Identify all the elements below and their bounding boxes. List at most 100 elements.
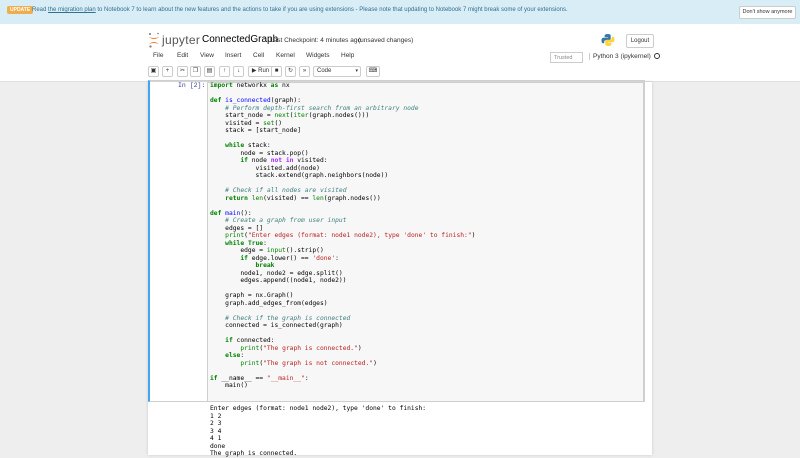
code-token: () (274, 119, 283, 127)
code-token: main() (210, 382, 248, 389)
code-line: def is_connected(graph): (210, 97, 475, 105)
menu-kernel[interactable]: Kernel (276, 52, 295, 59)
code-token: "The graph is not connected." (263, 359, 374, 367)
code-line: start_node = next(iter(graph.nodes())) (210, 112, 475, 120)
code-token: not in (270, 157, 294, 164)
cell-type-select[interactable]: Code ▾ (313, 66, 361, 77)
code-token: main (225, 209, 241, 217)
code-token: : (304, 374, 309, 382)
code-token: while (225, 142, 245, 149)
save-button[interactable]: ▣ (148, 66, 159, 77)
dont-show-anymore-button[interactable]: Don't show anymore (739, 6, 796, 19)
checkpoint-status: Last Checkpoint: 4 minutes ago (270, 37, 362, 44)
menu-view[interactable]: View (200, 52, 214, 59)
move-down-button[interactable]: ↓ (233, 66, 244, 77)
code-line: connected = is_connected(graph) (210, 322, 475, 330)
banner-text-before: Read (32, 7, 49, 13)
update-banner: UPDATE Read the migration plan to Notebo… (0, 0, 800, 25)
banner-text-after: to Notebook 7 to learn about the new fea… (95, 7, 568, 13)
copy-button[interactable]: ❐ (190, 66, 201, 77)
chevron-down-icon: ▾ (355, 68, 358, 74)
menu-cell[interactable]: Cell (253, 52, 264, 59)
code-line: node1, node2 = edge.split() (210, 270, 475, 278)
menu-edit[interactable]: Edit (177, 52, 188, 59)
code-token: else (225, 352, 241, 359)
code-token: if (240, 254, 248, 262)
code-line: main() (210, 382, 475, 390)
code-token: "The graph is connected." (263, 344, 358, 352)
migration-plan-link[interactable]: the migration plan (48, 7, 96, 13)
code-line: visited.add(node) (210, 165, 475, 173)
code-line: # Perform depth-first search from an arb… (210, 105, 475, 113)
code-token: edge = (210, 247, 267, 254)
code-line: while stack: (210, 142, 475, 150)
notebook-name[interactable]: ConnectedGraph (202, 34, 278, 45)
code-line: if edge.lower() == 'done': (210, 255, 475, 263)
code-line: print("The graph is not connected.") (210, 360, 475, 368)
save-status: (unsaved changes) (358, 37, 414, 44)
restart-run-all-button[interactable]: » (299, 66, 310, 77)
cut-button[interactable]: ✂ (177, 66, 188, 77)
code-editor[interactable]: import networkx as nx def is_connected(g… (210, 82, 475, 390)
run-button[interactable]: ▶ Run (248, 66, 273, 77)
code-line: break (210, 262, 475, 270)
python-logo-icon (601, 34, 615, 46)
code-token: is_connected (225, 97, 271, 104)
code-token: (visited) == (263, 194, 313, 202)
code-line: graph.add_edges_from(edges) (210, 300, 475, 308)
code-token: "Enter edges (format: node1 node2), type… (247, 232, 472, 239)
code-line: # Check if the graph is connected (210, 315, 475, 323)
kernel-indicator[interactable]: Python 3 (ipykernel) (589, 53, 660, 60)
code-token: : (240, 352, 245, 359)
code-line: if connected: (210, 337, 475, 345)
code-token: (graph): (270, 97, 302, 104)
interrupt-button[interactable]: ■ (271, 66, 282, 77)
paste-button[interactable]: ▤ (204, 66, 215, 77)
menu-help[interactable]: Help (341, 52, 354, 59)
restart-button[interactable]: ↻ (285, 66, 296, 77)
output-line: 4 1 (210, 435, 222, 442)
code-token: if (225, 337, 233, 344)
add-cell-button[interactable]: + (162, 66, 173, 77)
logout-button[interactable]: Logout (626, 34, 654, 48)
trusted-indicator[interactable]: Trusted (550, 52, 583, 63)
code-line: # Create a graph from user input (210, 217, 475, 225)
code-token: iter (293, 112, 309, 119)
command-palette-button[interactable]: ⌨ (366, 66, 380, 77)
code-line: edge = input().strip() (210, 247, 475, 255)
menu-widgets[interactable]: Widgets (306, 52, 329, 59)
code-token: (): (240, 209, 252, 217)
code-token: if (240, 157, 248, 164)
code-token: start_node = (210, 112, 275, 119)
menu-insert[interactable]: Insert (225, 52, 241, 59)
banner-message: Read the migration plan to Notebook 7 to… (32, 7, 568, 13)
code-token: __name__ == (217, 374, 267, 382)
menu-file[interactable]: File (153, 52, 163, 59)
code-token: ) (373, 359, 377, 367)
code-token: def (210, 209, 222, 217)
output-line: 3 4 (210, 427, 222, 435)
code-line: # Check if all nodes are visited (210, 187, 475, 195)
code-token: : (335, 254, 339, 262)
code-token: edge.lower() == (247, 254, 313, 262)
code-token: 'done' (312, 254, 336, 262)
output-line: The graph is connected. (210, 450, 298, 457)
code-token: # Perform depth-first search from an arb… (225, 104, 419, 112)
move-up-button[interactable]: ↑ (219, 66, 230, 77)
run-label: Run (258, 68, 270, 74)
cut-icon: ✂ (179, 68, 186, 74)
code-token: stack.extend(graph.neighbors(node)) (210, 172, 389, 179)
